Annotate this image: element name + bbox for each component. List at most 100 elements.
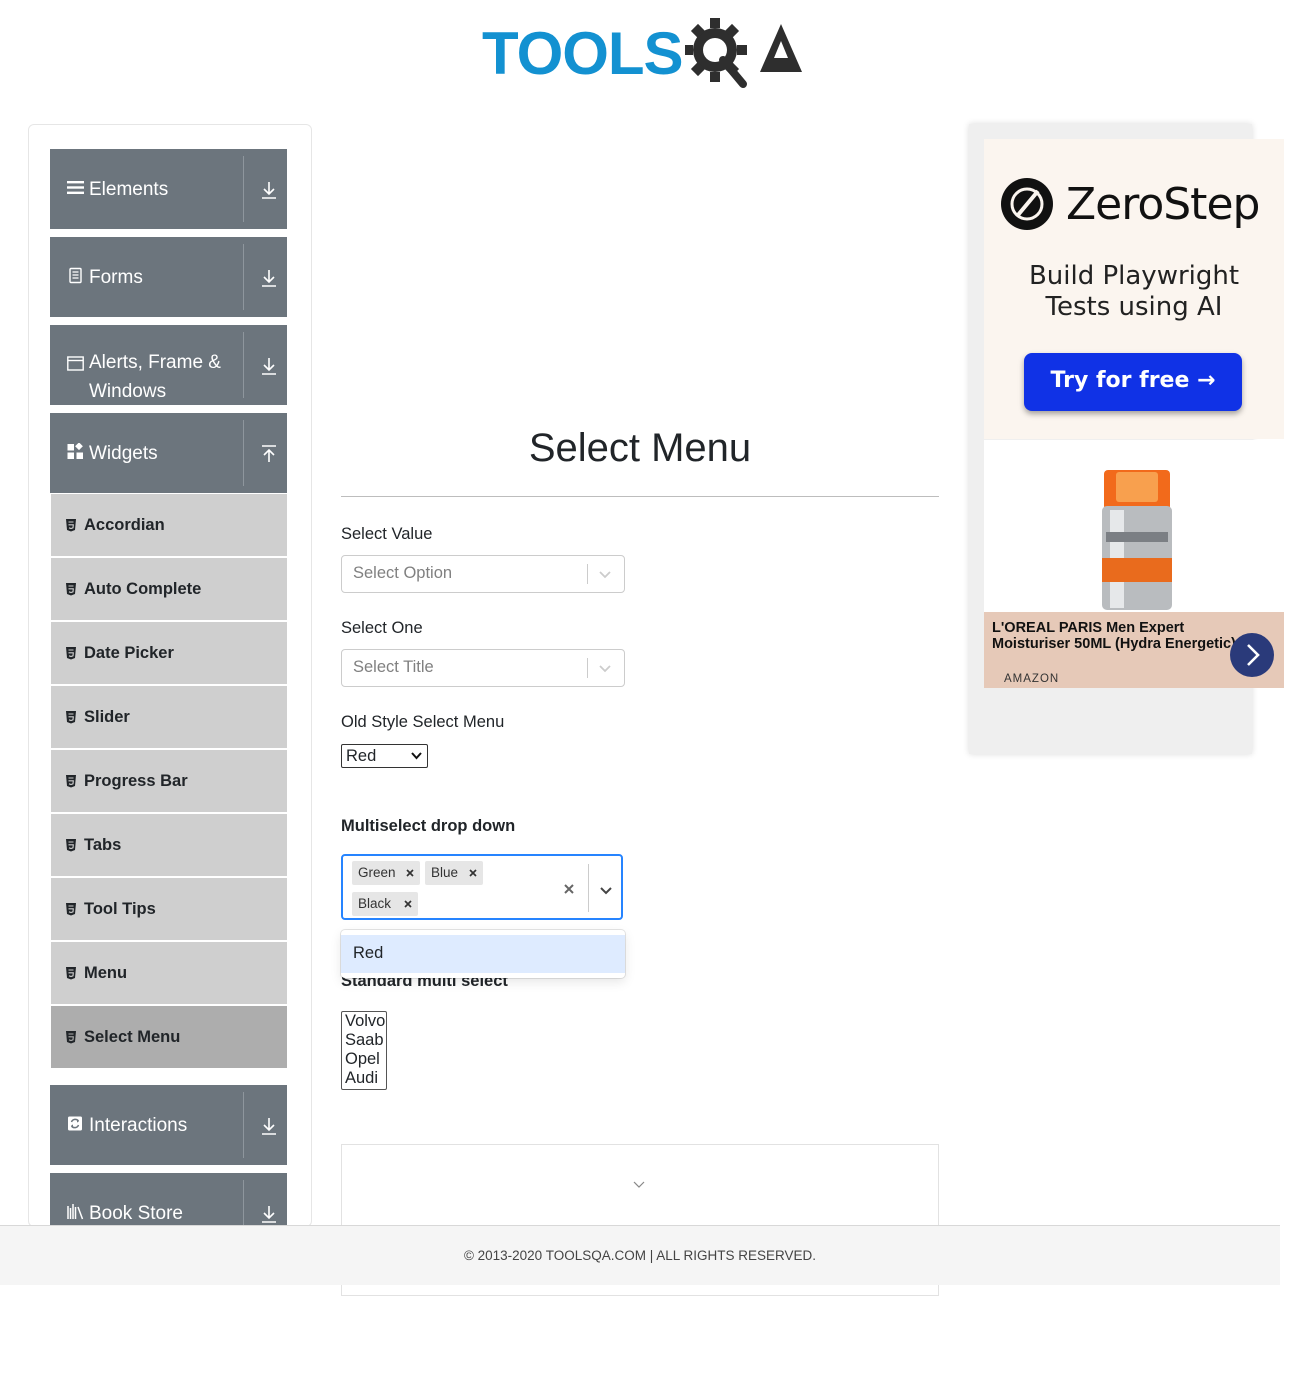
interactions-icon <box>68 1116 82 1131</box>
zerostep-ad[interactable]: ZeroStep Build Playwright Tests using AI… <box>984 139 1284 439</box>
divider <box>243 332 244 398</box>
ad-brand: ZeroStep <box>1066 179 1260 230</box>
sidebar-item-accordian[interactable]: Accordian <box>51 494 287 556</box>
list-option[interactable]: Saab <box>345 1031 384 1050</box>
sidebar-group-forms[interactable]: Forms <box>50 237 287 317</box>
logo-gear-qa-icon <box>685 18 802 88</box>
sidebar-group-widgets[interactable]: Widgets <box>50 413 287 493</box>
sidebar-item-label: Progress Bar <box>84 772 188 790</box>
sidebar-item-slider[interactable]: Slider <box>51 686 287 748</box>
menu-option-red[interactable]: Red <box>341 935 625 973</box>
chevron-down-icon[interactable] <box>632 1179 646 1191</box>
menu-option-label: Red <box>353 944 384 962</box>
multiselect-dropdown[interactable]: Green Blue Black <box>341 854 623 920</box>
sidebar-item-tool-tips[interactable]: Tool Tips <box>51 878 287 940</box>
arrow-down-icon[interactable] <box>259 1203 279 1225</box>
chip-label: Black <box>358 896 392 911</box>
books-icon <box>67 1204 84 1220</box>
arrow-down-icon[interactable] <box>259 355 279 377</box>
chevron-down-icon[interactable] <box>598 661 612 675</box>
product-ad-info[interactable]: L'OREAL PARIS Men Expert Moisturiser 50M… <box>984 612 1284 688</box>
standard-multi-select[interactable]: Volvo Saab Opel Audi <box>341 1011 387 1090</box>
sidebar-group-elements[interactable]: Elements <box>50 149 287 229</box>
sidebar-item-date-picker[interactable]: Date Picker <box>51 622 287 684</box>
sidebar-item-label: Tabs <box>84 836 122 854</box>
sidebar-group-book-store[interactable]: Book Store <box>50 1173 287 1226</box>
select-value-label: Select Value <box>341 525 433 543</box>
hamburger-icon <box>67 181 84 194</box>
arrow-down-icon[interactable] <box>259 267 279 289</box>
old-style-select-value: Red <box>346 747 377 765</box>
old-style-select[interactable]: Red <box>341 744 428 768</box>
ad-tagline: Tests using AI <box>1045 292 1223 322</box>
sidebar-item-menu[interactable]: Menu <box>51 942 287 1004</box>
sidebar-group-alerts-frame-windows[interactable]: Alerts, Frame & Windows <box>50 325 287 405</box>
select-value-dropdown[interactable]: Select Option <box>341 555 625 593</box>
chevron-down-icon <box>411 752 422 760</box>
sidebar-item-label: Tool Tips <box>84 900 156 918</box>
arrow-down-icon[interactable] <box>259 179 279 201</box>
ad-cta-button[interactable]: Try for free → <box>1024 353 1242 411</box>
html5-icon <box>66 647 76 660</box>
html5-icon <box>66 775 76 788</box>
list-option[interactable]: Volvo <box>345 1012 385 1031</box>
sidebar: Elements Forms Alerts, Frame & Windows W… <box>28 124 312 1227</box>
arrow-up-icon[interactable] <box>259 443 279 465</box>
multiselect-label: Multiselect drop down <box>341 817 516 835</box>
sidebar-item-label: Accordian <box>84 516 165 534</box>
sidebar-group-label: Alerts, Frame & Windows <box>89 352 221 402</box>
product-jar-image <box>1102 470 1172 610</box>
next-arrow-button[interactable] <box>1230 633 1274 677</box>
footer: © 2013-2020 TOOLSQA.COM | ALL RIGHTS RES… <box>0 1225 1280 1285</box>
arrow-down-icon[interactable] <box>259 1115 279 1137</box>
sidebar-item-label: Date Picker <box>84 644 174 662</box>
chevron-down-icon[interactable] <box>598 567 612 581</box>
product-store: AMAZON <box>1004 673 1060 685</box>
chip-black: Black <box>352 892 418 916</box>
sidebar-item-label: Menu <box>84 964 128 982</box>
sidebar-group-interactions[interactable]: Interactions <box>50 1085 287 1165</box>
select-one-dropdown[interactable]: Select Title <box>341 649 625 687</box>
list-option[interactable]: Opel <box>345 1050 380 1069</box>
sidebar-group-label: Elements <box>89 179 169 200</box>
chevron-down-icon[interactable] <box>599 883 613 897</box>
divider <box>243 1180 244 1226</box>
divider <box>243 156 244 222</box>
copyright-text: © 2013-2020 TOOLSQA.COM | ALL RIGHTS RES… <box>463 1248 817 1263</box>
sidebar-item-select-menu[interactable]: Select Menu <box>51 1006 287 1068</box>
toolsqa-logo[interactable]: TOOLS <box>480 14 806 92</box>
sidebar-group-label: Forms <box>89 267 143 288</box>
clear-all-icon[interactable] <box>563 883 575 895</box>
sidebar-group-label: Widgets <box>89 443 158 464</box>
chip-blue: Blue <box>425 861 483 885</box>
list-option[interactable]: Audi <box>345 1069 378 1088</box>
indicator-separator <box>588 864 589 912</box>
window-icon <box>67 356 84 371</box>
sidebar-item-progress-bar[interactable]: Progress Bar <box>51 750 287 812</box>
sidebar-item-auto-complete[interactable]: Auto Complete <box>51 558 287 620</box>
indicator-separator <box>587 658 588 678</box>
divider <box>243 420 244 486</box>
page-title: Select Menu <box>528 426 752 470</box>
select-one-label: Select One <box>341 619 423 637</box>
chip-label: Blue <box>431 865 459 880</box>
html5-icon <box>66 967 76 980</box>
html5-icon <box>66 1031 76 1044</box>
html5-icon <box>66 711 76 724</box>
chip-label: Green <box>358 865 396 880</box>
html5-icon <box>66 519 76 532</box>
remove-chip-icon[interactable] <box>403 899 413 909</box>
logo-text: TOOLS <box>482 20 684 87</box>
remove-chip-icon[interactable] <box>468 868 478 878</box>
product-title: L'OREAL PARIS Men Expert Moisturiser 50M… <box>992 620 1236 652</box>
remove-chip-icon[interactable] <box>405 868 415 878</box>
zerostep-logo-icon <box>1001 178 1053 230</box>
product-ad-image[interactable] <box>984 440 1284 612</box>
html5-icon <box>66 903 76 916</box>
sidebar-group-label: Interactions <box>89 1115 188 1136</box>
sidebar-item-label: Slider <box>84 708 130 726</box>
html5-icon <box>66 839 76 852</box>
indicator-separator <box>587 564 588 584</box>
sidebar-item-tabs[interactable]: Tabs <box>51 814 287 876</box>
multiselect-menu: Red <box>341 930 625 978</box>
